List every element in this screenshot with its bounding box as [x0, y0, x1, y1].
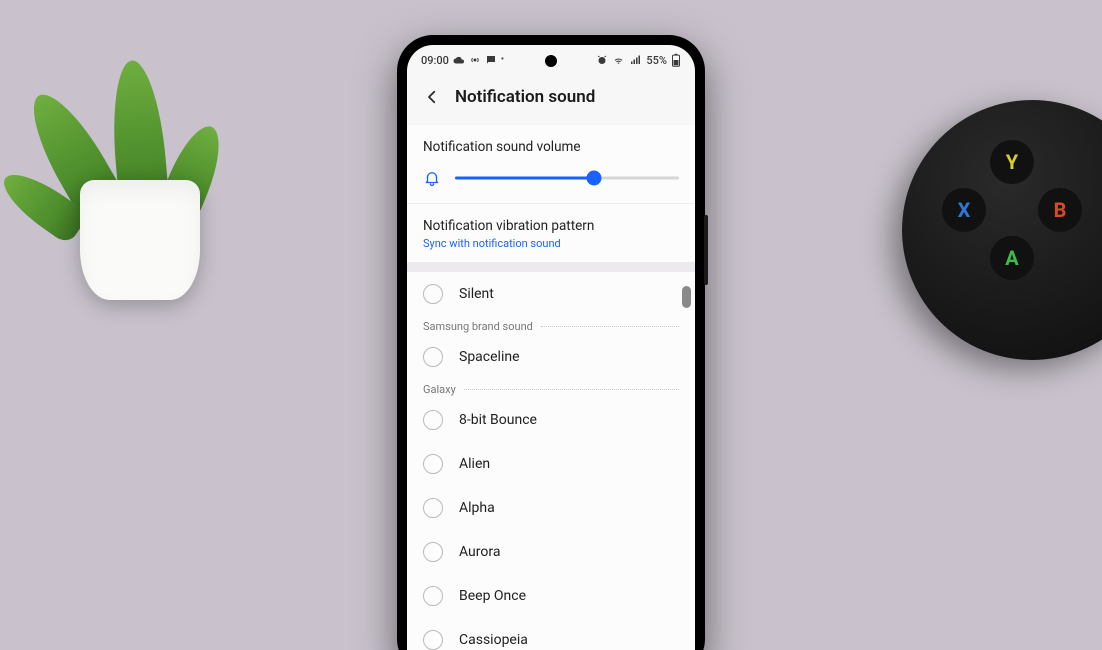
sound-option[interactable]: Alien — [407, 442, 695, 486]
vibration-label: Notification vibration pattern — [423, 218, 679, 234]
sound-label: Spaceline — [459, 349, 520, 365]
hotspot-icon — [469, 54, 481, 66]
volume-card: Notification sound volume — [407, 125, 695, 203]
radio-icon — [423, 630, 443, 650]
radio-icon — [423, 498, 443, 518]
alarm-icon — [596, 54, 608, 66]
section-title: Galaxy — [423, 383, 456, 396]
radio-icon — [423, 347, 443, 367]
status-time: 09:00 — [421, 54, 449, 67]
section-divider — [464, 389, 679, 390]
app-header: Notification sound — [407, 75, 695, 125]
section-gap — [407, 262, 695, 272]
radio-icon — [423, 542, 443, 562]
photo-scene: Y X A B 09:00 • 55% — [0, 0, 1102, 650]
section-divider — [541, 326, 679, 327]
sound-label: Silent — [459, 286, 494, 302]
vibration-card[interactable]: Notification vibration pattern Sync with… — [407, 203, 695, 262]
sound-option[interactable]: 8-bit Bounce — [407, 398, 695, 442]
battery-percentage: 55% — [646, 54, 667, 67]
phone-frame: 09:00 • 55% Notification sound — [397, 35, 705, 650]
volume-slider[interactable] — [455, 171, 679, 185]
game-controller-decor: Y X A B — [902, 100, 1102, 360]
phone-side-button — [704, 215, 708, 285]
signal-icon — [629, 54, 642, 66]
sound-option[interactable]: Silent — [407, 272, 695, 316]
sound-label: Cassiopeia — [459, 632, 528, 648]
section-title: Samsung brand sound — [423, 320, 533, 333]
vibration-link[interactable]: Sync with notification sound — [423, 237, 679, 250]
sound-option[interactable]: Cassiopeia — [407, 618, 695, 650]
sound-option[interactable]: Beep Once — [407, 574, 695, 618]
battery-icon — [671, 53, 681, 67]
sound-label: Beep Once — [459, 588, 526, 604]
bell-icon — [423, 169, 441, 187]
chat-icon — [485, 54, 497, 66]
radio-icon — [423, 454, 443, 474]
volume-label: Notification sound volume — [423, 139, 679, 155]
sound-label: Alien — [459, 456, 490, 472]
radio-icon — [423, 410, 443, 430]
section-header: Samsung brand sound — [407, 316, 695, 335]
sound-label: Alpha — [459, 500, 495, 516]
sound-label: 8-bit Bounce — [459, 412, 537, 428]
page-title: Notification sound — [455, 87, 595, 107]
plant-decor — [20, 0, 220, 320]
radio-icon — [423, 586, 443, 606]
cloud-icon — [453, 54, 465, 66]
sound-list[interactable]: Silent Samsung brand sound Spaceline Galaxy… — [407, 272, 695, 650]
radio-icon — [423, 284, 443, 304]
sound-option[interactable]: Alpha — [407, 486, 695, 530]
status-more-dot: • — [501, 55, 504, 65]
scroll-indicator[interactable] — [682, 286, 691, 308]
sound-option[interactable]: Aurora — [407, 530, 695, 574]
back-icon[interactable] — [423, 88, 441, 106]
section-header: Galaxy — [407, 379, 695, 398]
wifi-icon — [612, 54, 625, 66]
sound-option[interactable]: Spaceline — [407, 335, 695, 379]
sound-label: Aurora — [459, 544, 500, 560]
camera-punch-hole — [545, 55, 557, 67]
phone-screen: 09:00 • 55% Notification sound — [407, 45, 695, 650]
